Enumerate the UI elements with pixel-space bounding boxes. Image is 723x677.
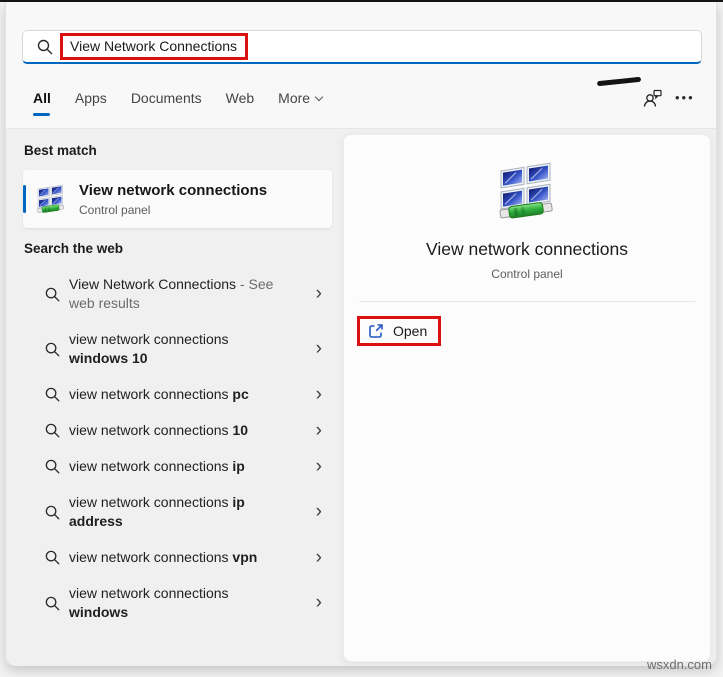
search-web-heading: Search the web	[24, 241, 124, 256]
chevron-right-icon: ›	[315, 592, 322, 613]
search-suggestion-row-6[interactable]: view network connections vpn ›	[24, 544, 332, 571]
suggestion-text: view network connections ip address	[69, 494, 245, 529]
watermark: wsxdn.com	[646, 657, 712, 672]
chevron-down-icon	[315, 92, 323, 100]
search-suggestion-row-7[interactable]: view network connections windows ›	[24, 580, 332, 626]
chevron-right-icon: ›	[315, 338, 322, 359]
preview-subtitle: Control panel	[491, 267, 563, 281]
search-suggestion-row-4[interactable]: view network connections ip ›	[24, 453, 332, 480]
tab-web[interactable]: Web	[226, 90, 255, 116]
suggestion-text: view network connections ip	[69, 458, 245, 474]
suggestion-text: view network connections 10	[69, 422, 248, 438]
windows-search-panel: View Network Connections All Apps Docume…	[0, 0, 723, 677]
chevron-right-icon: ›	[315, 419, 322, 441]
best-match-subtitle: Control panel	[79, 202, 151, 217]
active-tab-underline	[33, 113, 50, 116]
user-account-icon[interactable]	[642, 87, 663, 114]
search-suggestion-row-3[interactable]: view network connections 10 ›	[24, 417, 332, 444]
suggestion-text: view network connections pc	[69, 386, 249, 402]
tab-apps[interactable]: Apps	[75, 90, 107, 116]
preview-actions: Open	[357, 316, 442, 346]
suggestion-text: view network connections windows 10	[69, 331, 229, 366]
search-suggestion-row-1[interactable]: view network connections windows 10 ›	[24, 326, 332, 372]
suggestion-text: view network connections vpn	[69, 549, 258, 565]
more-options-icon[interactable]: •••	[675, 90, 695, 105]
preview-title: View network connections	[425, 239, 628, 259]
tab-all[interactable]: All	[33, 90, 51, 116]
chevron-right-icon: ›	[315, 501, 322, 522]
preview-divider	[359, 301, 695, 302]
best-match-text: View network connections Control panel	[79, 182, 267, 217]
search-input[interactable]: View Network Connections	[22, 30, 702, 64]
open-button[interactable]: Open	[357, 316, 442, 346]
results-area: Best match View network connections Cont…	[6, 128, 716, 666]
marker-redaction-scribble	[596, 76, 642, 86]
search-suggestion-row-5[interactable]: view network connections ip address ›	[24, 489, 332, 535]
search-icon	[44, 549, 61, 566]
search-icon	[44, 458, 61, 475]
search-filter-tabs: All Apps Documents Web More	[33, 90, 323, 116]
search-icon	[44, 386, 61, 403]
result-preview-card: View network connections Control panel O…	[343, 134, 711, 662]
search-icon	[36, 38, 54, 56]
chevron-right-icon: ›	[315, 455, 322, 477]
open-button-label: Open	[393, 323, 428, 339]
network-connections-icon	[498, 162, 554, 221]
search-icon	[44, 422, 61, 439]
search-icon	[44, 595, 61, 612]
search-icon	[44, 286, 61, 303]
search-flyout-window: View Network Connections All Apps Docume…	[5, 2, 717, 666]
selection-accent-bar	[23, 185, 26, 213]
suggestion-text: View Network Connections - See web result…	[69, 276, 274, 311]
search-suggestion-row-2[interactable]: view network connections pc ›	[24, 381, 332, 408]
search-icon	[44, 504, 61, 521]
chevron-right-icon: ›	[315, 383, 322, 405]
best-match-title: View network connections	[79, 181, 268, 199]
suggestion-text: view network connections windows	[69, 585, 229, 620]
best-match-result[interactable]: View network connections Control panel	[23, 170, 332, 228]
search-icon	[44, 341, 61, 358]
search-annotation-box: View Network Connections	[60, 33, 249, 60]
network-connections-icon	[36, 184, 65, 214]
chevron-right-icon: ›	[315, 546, 322, 568]
search-web-list: View Network Connections - See web result…	[24, 271, 332, 635]
search-suggestion-row-0[interactable]: View Network Connections - See web result…	[24, 271, 332, 317]
tab-documents[interactable]: Documents	[131, 90, 202, 116]
external-link-icon	[369, 324, 383, 338]
chevron-right-icon: ›	[315, 283, 322, 304]
best-match-heading: Best match	[24, 143, 97, 158]
search-query-text: View Network Connections	[70, 38, 238, 54]
tab-more[interactable]: More	[278, 90, 323, 116]
